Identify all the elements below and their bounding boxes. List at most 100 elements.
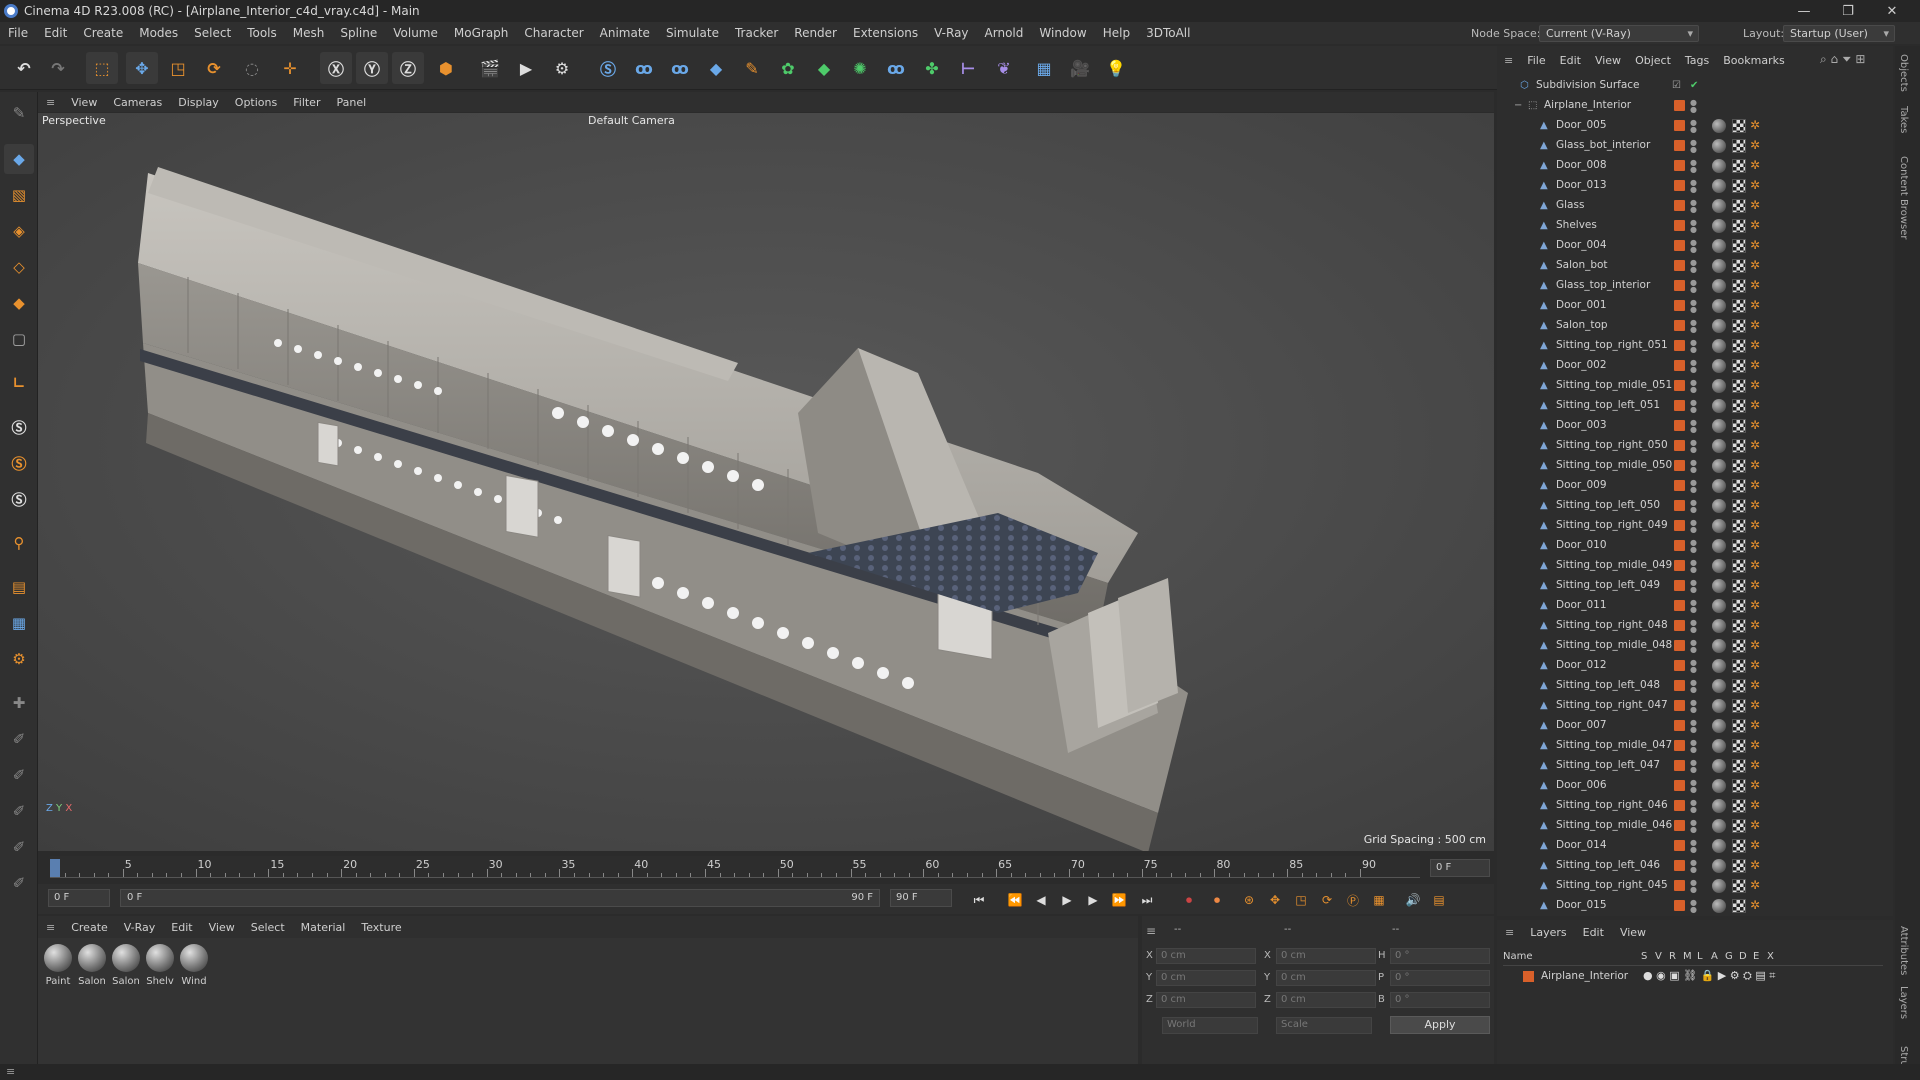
- object-menu-object[interactable]: Object: [1628, 54, 1678, 67]
- visibility-dots-icon[interactable]: ● ●: [1690, 339, 1697, 354]
- visibility-dots-icon[interactable]: ● ●: [1690, 879, 1697, 894]
- vray-tag-icon[interactable]: [1712, 479, 1726, 493]
- vray-tag-icon[interactable]: [1712, 259, 1726, 273]
- material-tag-icon[interactable]: [1732, 379, 1746, 393]
- visibility-dots-icon[interactable]: ● ●: [1690, 119, 1697, 134]
- spline-icon[interactable]: ❦: [988, 52, 1020, 84]
- menu-render[interactable]: Render: [786, 26, 845, 40]
- layer-color-icon[interactable]: [1674, 720, 1685, 731]
- texture-tag-icon[interactable]: ✲: [1750, 218, 1760, 232]
- vray-tag-icon[interactable]: [1712, 579, 1726, 593]
- vray-tag-icon[interactable]: [1712, 119, 1726, 133]
- material-tag-icon[interactable]: [1732, 159, 1746, 173]
- material-tag-icon[interactable]: [1732, 899, 1746, 913]
- close-icon[interactable]: ✕: [1870, 0, 1914, 22]
- vray-tag-icon[interactable]: [1712, 179, 1726, 193]
- next-frame-icon[interactable]: ▶: [1082, 889, 1104, 911]
- layer-color-icon[interactable]: [1674, 380, 1685, 391]
- material-menu-create[interactable]: Create: [63, 921, 116, 934]
- menu-v-ray[interactable]: V-Ray: [926, 26, 976, 40]
- layers-col-d[interactable]: D: [1739, 951, 1747, 962]
- viewport-menu-panel[interactable]: Panel: [328, 96, 374, 109]
- measure-icon[interactable]: ⊢: [952, 52, 984, 84]
- menu-window[interactable]: Window: [1031, 26, 1094, 40]
- visibility-dots-icon[interactable]: ● ●: [1690, 99, 1697, 114]
- layer-color-icon[interactable]: [1674, 560, 1685, 571]
- prev-key-icon[interactable]: ⏪: [1004, 889, 1026, 911]
- vray-tag-icon[interactable]: [1712, 319, 1726, 333]
- object-row[interactable]: ▲ Sitting_top_midle_049 ● ● ✲: [1500, 556, 1890, 576]
- vray-tag-icon[interactable]: [1712, 679, 1726, 693]
- cloner-icon[interactable]: ✤: [916, 52, 948, 84]
- light-icon[interactable]: 💡: [1100, 52, 1132, 84]
- move-icon[interactable]: ✥: [126, 52, 158, 84]
- object-row[interactable]: ▲ Door_001 ● ● ✲: [1500, 296, 1890, 316]
- menu-modes[interactable]: Modes: [131, 26, 186, 40]
- visibility-dots-icon[interactable]: ● ●: [1690, 439, 1697, 454]
- material-menu-icon[interactable]: ≡: [38, 921, 63, 934]
- texture-tag-icon[interactable]: ✲: [1750, 778, 1760, 792]
- texture-tag-icon[interactable]: ✲: [1750, 258, 1760, 272]
- layers-menu-icon[interactable]: ≡: [1497, 926, 1522, 939]
- object-group-row[interactable]: − ⬚ Airplane_Interior ● ●: [1500, 96, 1890, 116]
- viewport-menu-options[interactable]: Options: [227, 96, 285, 109]
- vray-tag-icon[interactable]: [1712, 499, 1726, 513]
- brush-icon[interactable]: ✚: [4, 688, 34, 718]
- visibility-dots-icon[interactable]: ● ●: [1690, 859, 1697, 874]
- material-swatch[interactable]: Shelv: [144, 944, 176, 987]
- object-row[interactable]: ▲ Glass_top_interior ● ● ✲: [1500, 276, 1890, 296]
- status-menu-icon[interactable]: ≡: [6, 1065, 15, 1078]
- object-row[interactable]: ▲ Sitting_top_left_046 ● ● ✲: [1500, 856, 1890, 876]
- coord-mode-select[interactable]: Scale: [1276, 1017, 1372, 1034]
- texture-tag-icon[interactable]: ✲: [1750, 138, 1760, 152]
- visibility-dots-icon[interactable]: ● ●: [1690, 319, 1697, 334]
- material-tag-icon[interactable]: [1732, 639, 1746, 653]
- object-row[interactable]: ▲ Door_002 ● ● ✲: [1500, 356, 1890, 376]
- layer-color-icon[interactable]: [1674, 620, 1685, 631]
- visibility-dots-icon[interactable]: ● ●: [1690, 899, 1697, 914]
- object-row[interactable]: ▲ Door_010 ● ● ✲: [1500, 536, 1890, 556]
- layer-color-icon[interactable]: [1674, 200, 1685, 211]
- vray-tag-icon[interactable]: [1712, 419, 1726, 433]
- workplane-icon[interactable]: ▤: [4, 572, 34, 602]
- object-menu-bookmarks[interactable]: Bookmarks: [1716, 54, 1791, 67]
- material-tag-icon[interactable]: [1732, 819, 1746, 833]
- layers-col-m[interactable]: M: [1683, 951, 1692, 962]
- material-tag-icon[interactable]: [1732, 679, 1746, 693]
- snap2-icon[interactable]: Ⓢ: [4, 448, 34, 478]
- object-row[interactable]: ▲ Sitting_top_midle_048 ● ● ✲: [1500, 636, 1890, 656]
- object-row[interactable]: ▲ Sitting_top_right_047 ● ● ✲: [1500, 696, 1890, 716]
- layers-col-l[interactable]: L: [1697, 951, 1703, 962]
- layers-col-r[interactable]: R: [1669, 951, 1676, 962]
- viewport-menu-cameras[interactable]: Cameras: [105, 96, 170, 109]
- vray-tag-icon[interactable]: [1712, 899, 1726, 913]
- visibility-dots-icon[interactable]: ● ●: [1690, 279, 1697, 294]
- prev-frame-icon[interactable]: ◀: [1030, 889, 1052, 911]
- rotation-h-field[interactable]: 0 °: [1390, 948, 1490, 964]
- python3-icon[interactable]: ꝏ: [880, 52, 912, 84]
- range-slider[interactable]: 0 F 90 F: [120, 889, 880, 907]
- material-swatch[interactable]: Salon: [76, 944, 108, 987]
- material-tag-icon[interactable]: [1732, 179, 1746, 193]
- layer-color-icon[interactable]: [1674, 820, 1685, 831]
- object-row[interactable]: ▲ Door_007 ● ● ✲: [1500, 716, 1890, 736]
- object-row[interactable]: ▲ Door_013 ● ● ✲: [1500, 176, 1890, 196]
- vray-tag-icon[interactable]: [1712, 739, 1726, 753]
- visibility-dots-icon[interactable]: ● ●: [1690, 259, 1697, 274]
- layers-col-s[interactable]: S: [1641, 951, 1647, 962]
- enabled-check-icon[interactable]: ✔: [1690, 80, 1700, 92]
- texture-tag-icon[interactable]: ✲: [1750, 158, 1760, 172]
- visibility-dots-icon[interactable]: ● ●: [1690, 519, 1697, 534]
- layers-col-name[interactable]: Name: [1503, 951, 1533, 962]
- menu-help[interactable]: Help: [1095, 26, 1138, 40]
- layer-color-icon[interactable]: [1674, 860, 1685, 871]
- undo-icon[interactable]: ↶: [8, 52, 40, 84]
- texture-tag-icon[interactable]: ✲: [1750, 718, 1760, 732]
- vray-tag-icon[interactable]: [1712, 559, 1726, 573]
- material-tag-icon[interactable]: [1732, 259, 1746, 273]
- object-row[interactable]: ▲ Salon_bot ● ● ✲: [1500, 256, 1890, 276]
- visibility-dots-icon[interactable]: ● ●: [1690, 739, 1697, 754]
- menu-mograph[interactable]: MoGraph: [446, 26, 517, 40]
- layer-color-icon[interactable]: [1674, 540, 1685, 551]
- sculpt-icon[interactable]: ✐: [4, 724, 34, 754]
